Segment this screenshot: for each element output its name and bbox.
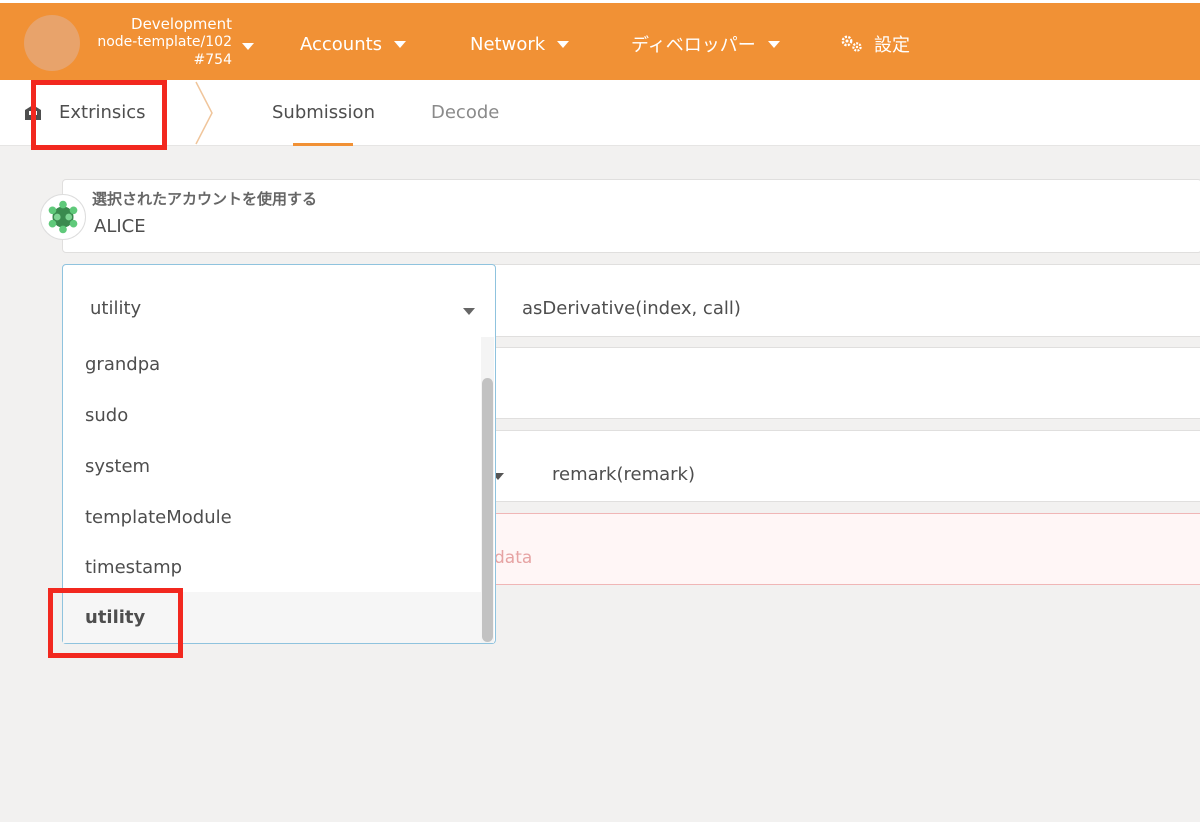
nav-accounts-label: Accounts (300, 33, 383, 55)
nav-settings-label: 設定 (874, 35, 910, 56)
remark-input[interactable] (494, 513, 1200, 585)
method-value: asDerivative(index, call) (522, 298, 741, 319)
tab-submission[interactable]: Submission (272, 102, 375, 123)
account-name: ALICE (94, 216, 146, 237)
chevron-down-icon (394, 40, 407, 48)
chain-logo[interactable] (24, 15, 80, 71)
nav-developer-label: ディベロッパー (631, 35, 756, 56)
chain-name: Development (131, 15, 232, 33)
top-navigation-bar: Development node-template/102 #754 Accou… (0, 0, 1200, 80)
dropdown-scrollbar-thumb[interactable] (482, 378, 493, 642)
chain-selector[interactable]: Development node-template/102 #754 (92, 15, 240, 69)
chevron-down-icon[interactable] (242, 43, 254, 50)
breadcrumb-separator (195, 81, 213, 145)
nav-settings[interactable]: 設定 (840, 32, 910, 56)
section-tab-bar (0, 80, 1200, 146)
dropdown-option-grandpa[interactable]: grandpa (63, 339, 483, 390)
dropdown-option-timestamp[interactable]: timestamp (63, 542, 483, 593)
remark-input-hint: data (494, 548, 533, 568)
account-field-label: 選択されたアカウントを使用する (92, 190, 318, 208)
block-number: #754 (193, 52, 232, 68)
inner-method-value: remark(remark) (552, 464, 695, 485)
nav-network-label: Network (470, 33, 546, 55)
nav-accounts[interactable]: Accounts (300, 32, 407, 56)
dropdown-option-sudo[interactable]: sudo (63, 390, 483, 441)
highlight-box (48, 588, 183, 658)
account-identicon (40, 194, 86, 240)
dropdown-option-templatemodule[interactable]: templateModule (63, 492, 483, 543)
active-tab-indicator (293, 143, 353, 146)
chevron-down-icon (557, 40, 570, 48)
gears-icon (841, 35, 862, 52)
nav-network[interactable]: Network (470, 32, 570, 56)
tab-decode[interactable]: Decode (431, 102, 499, 123)
chevron-down-icon[interactable] (463, 308, 475, 315)
highlight-box (31, 80, 167, 150)
chevron-down-icon (767, 40, 780, 48)
module-dropdown-value[interactable]: utility (90, 298, 141, 319)
nav-developer[interactable]: ディベロッパー (631, 32, 780, 56)
node-version: node-template/102 (97, 34, 232, 50)
dropdown-option-system[interactable]: system (63, 441, 483, 492)
index-param-field[interactable] (494, 347, 1200, 419)
